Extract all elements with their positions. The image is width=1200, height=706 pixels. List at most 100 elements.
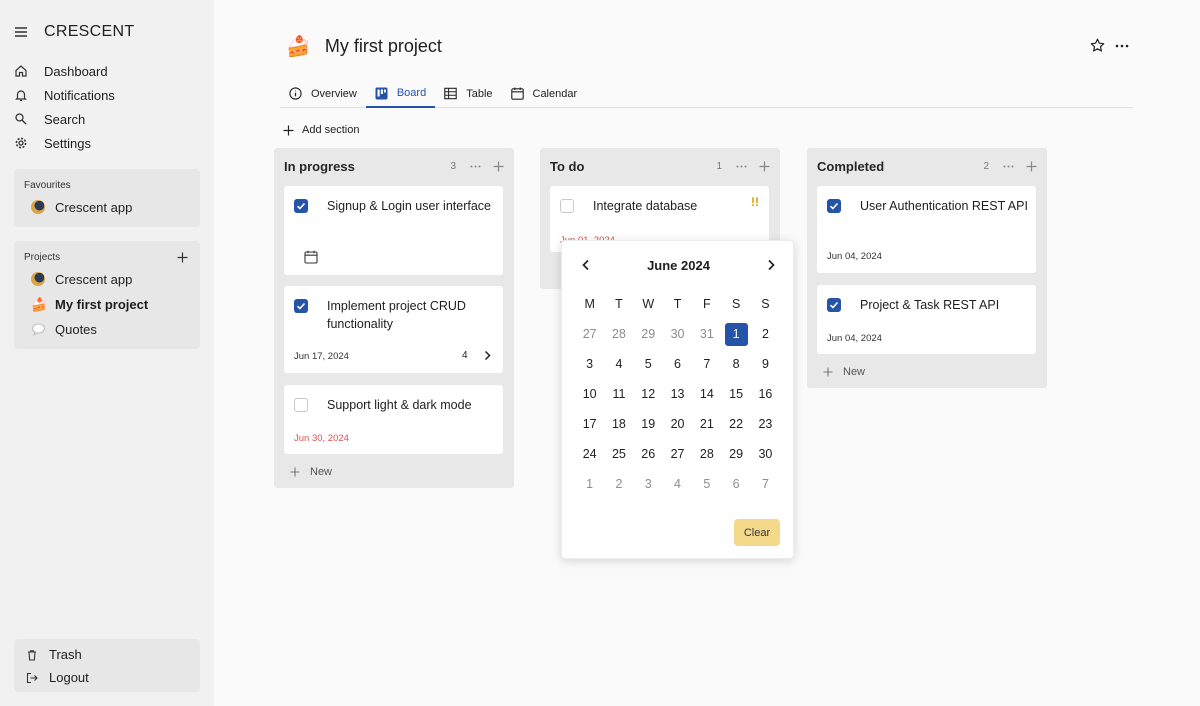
add-card-icon[interactable] [1026,161,1037,172]
task-checkbox[interactable] [560,199,574,213]
calendar-icon[interactable] [304,250,318,264]
weekday-header: M [584,297,595,311]
tab-board[interactable]: Board [365,80,436,108]
trash-icon [28,649,36,661]
star-icon[interactable] [1090,38,1105,53]
calendar-day[interactable]: 6 [663,349,692,379]
chevron-right-icon[interactable] [765,259,777,271]
calendar-day[interactable]: 5 [634,349,663,379]
task-checkbox[interactable] [294,199,308,213]
project-item-label: Crescent app [55,272,133,287]
hamburger-menu-icon[interactable] [14,25,28,39]
nav-item-notifications[interactable]: Notifications [14,83,200,107]
tab-overview[interactable]: Overview [280,80,366,107]
calendar-day[interactable]: 21 [692,409,721,439]
add-project-icon[interactable] [177,252,188,263]
calendar-day[interactable]: 27 [663,439,692,469]
page-title[interactable]: My first project [325,36,442,57]
calendar-day[interactable]: 6 [721,469,750,499]
task-checkbox[interactable] [827,199,841,213]
calendar-day[interactable]: 7 [692,349,721,379]
task-card[interactable]: Support light & dark mode Jun 30, 2024 [284,385,503,454]
task-title: User Authentication REST API [860,199,1028,213]
new-card-button[interactable]: New [823,366,865,378]
task-card[interactable]: Project & Task REST API Jun 04, 2024 [817,285,1036,354]
column-count: 3 [450,161,456,172]
calendar-day[interactable]: 7 [751,469,780,499]
task-card[interactable]: User Authentication REST API Jun 04, 202… [817,186,1036,273]
trash-button[interactable]: Trash [14,643,200,666]
chevron-left-icon[interactable] [580,259,592,271]
add-card-icon[interactable] [759,161,770,172]
column-title[interactable]: Completed [817,159,983,174]
tab-label: Table [466,87,493,100]
calendar-day[interactable]: 29 [721,439,750,469]
task-checkbox[interactable] [827,298,841,312]
calendar-day[interactable]: 4 [604,349,633,379]
calendar-day[interactable]: 18 [604,409,633,439]
task-checkbox[interactable] [294,299,308,313]
calendar-day[interactable]: 29 [634,319,663,349]
calendar-day[interactable]: 26 [634,439,663,469]
favourite-item-crescent-app[interactable]: Crescent app [14,195,200,220]
calendar-day[interactable]: 28 [692,439,721,469]
task-card[interactable]: Signup & Login user interface [284,186,503,275]
project-item-my-first-project[interactable]: 🍰 My first project [14,292,200,317]
tab-calendar[interactable]: Calendar [502,80,587,107]
add-section-button[interactable]: Add section [283,124,359,136]
task-title: Signup & Login user interface [327,199,491,213]
calendar-day[interactable]: 3 [634,469,663,499]
cake-icon[interactable]: 🍰 [286,34,311,59]
column-title[interactable]: To do [550,159,716,174]
more-options-icon[interactable] [736,161,747,172]
calendar-day[interactable]: 15 [721,379,750,409]
calendar-day[interactable]: 14 [692,379,721,409]
nav-item-dashboard[interactable]: Dashboard [14,59,200,83]
calendar-day[interactable]: 2 [751,319,780,349]
calendar-day[interactable]: 17 [575,409,604,439]
more-options-icon[interactable] [1115,39,1129,53]
calendar-day[interactable]: 8 [721,349,750,379]
calendar-day[interactable]: 19 [634,409,663,439]
more-options-icon[interactable] [470,161,481,172]
calendar-day[interactable]: 10 [575,379,604,409]
page-header: 🍰 My first project [286,34,442,59]
calendar-day[interactable]: 27 [575,319,604,349]
calendar-day[interactable]: 20 [663,409,692,439]
calendar-day[interactable]: 11 [604,379,633,409]
calendar-day[interactable]: 25 [604,439,633,469]
add-card-icon[interactable] [493,161,504,172]
column-title[interactable]: In progress [284,159,450,174]
calendar-day[interactable]: 12 [634,379,663,409]
moon-icon [31,272,46,287]
calendar-day[interactable]: 16 [751,379,780,409]
project-item-crescent-app[interactable]: Crescent app [14,267,200,292]
calendar-day[interactable]: 30 [751,439,780,469]
task-card[interactable]: Implement project CRUD functionality Jun… [284,286,503,373]
calendar-day[interactable]: 24 [575,439,604,469]
calendar-day[interactable]: 3 [575,349,604,379]
clear-date-button[interactable]: Clear [734,519,780,546]
nav-item-settings[interactable]: Settings [14,131,200,155]
calendar-day-number: 3 [586,357,594,371]
logout-button[interactable]: Logout [14,666,200,689]
calendar-day[interactable]: 1 [575,469,604,499]
calendar-day[interactable]: 28 [604,319,633,349]
calendar-day[interactable]: 13 [663,379,692,409]
calendar-day[interactable]: 30 [663,319,692,349]
calendar-day[interactable]: 4 [663,469,692,499]
calendar-day[interactable]: 31 [692,319,721,349]
calendar-day[interactable]: 5 [692,469,721,499]
calendar-day[interactable]: 22 [721,409,750,439]
task-checkbox[interactable] [294,398,308,412]
new-card-button[interactable]: New [290,466,332,478]
project-item-quotes[interactable]: Quotes [14,317,200,342]
chevron-right-icon[interactable] [483,350,492,361]
tab-table[interactable]: Table [435,80,501,107]
more-options-icon[interactable] [1003,161,1014,172]
calendar-day[interactable]: 23 [751,409,780,439]
calendar-day[interactable]: 9 [751,349,780,379]
nav-item-search[interactable]: Search [14,107,200,131]
calendar-day[interactable]: 2 [604,469,633,499]
calendar-day[interactable]: 1 [721,319,750,349]
